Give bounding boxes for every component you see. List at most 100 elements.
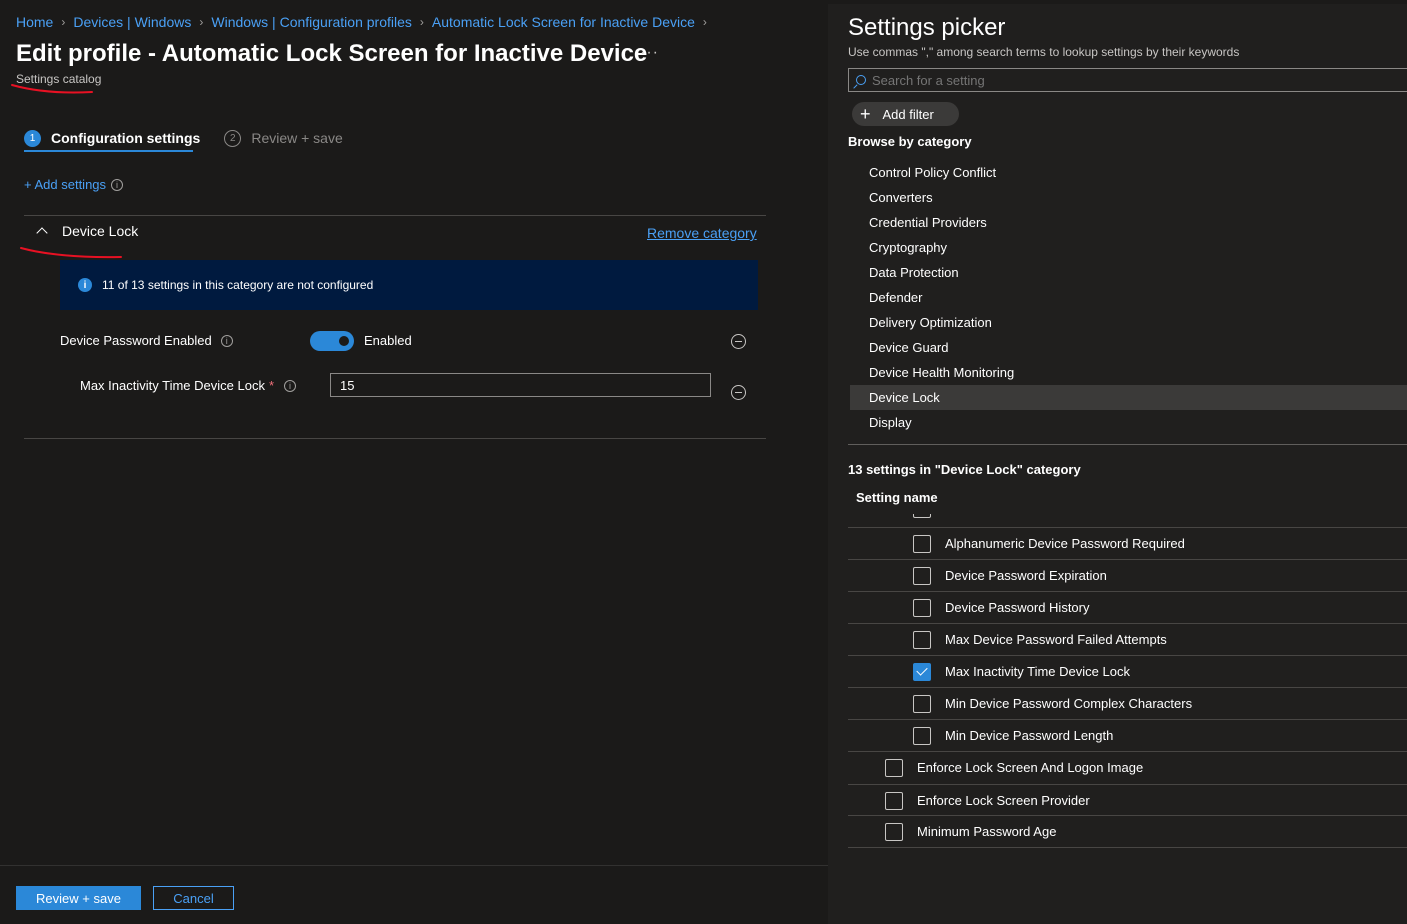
breadcrumb-devices-windows[interactable]: Devices | Windows — [73, 14, 191, 30]
list-bottom-border — [848, 847, 1407, 848]
remove-category-link[interactable]: Remove category — [647, 225, 757, 241]
picker-setting-label: Device Password Expiration — [945, 568, 1107, 583]
checkbox[interactable] — [913, 514, 931, 518]
category-header-device-lock[interactable]: Device Lock — [34, 223, 138, 239]
column-header-setting-name[interactable]: Setting name — [856, 490, 938, 505]
picker-setting-row[interactable]: Min Device Password Complex Characters — [848, 687, 1407, 719]
category-item[interactable]: Cryptography — [850, 235, 1407, 260]
toggle-knob — [339, 336, 349, 346]
step-configuration-settings[interactable]: 1 Configuration settings — [24, 124, 200, 152]
info-icon[interactable]: i — [284, 379, 297, 392]
search-input[interactable] — [872, 72, 1372, 88]
section-divider — [24, 438, 766, 439]
breadcrumb-profile[interactable]: Automatic Lock Screen for Inactive Devic… — [432, 14, 695, 30]
info-icon[interactable]: i — [111, 178, 124, 191]
add-filter-button[interactable]: + Add filter — [852, 102, 959, 126]
picker-setting-label: Min Device Password Complex Characters — [945, 696, 1193, 711]
category-item[interactable]: Delivery Optimization — [850, 310, 1407, 335]
picker-setting-row[interactable]: Device Password Expiration — [848, 559, 1407, 591]
info-banner: i 11 of 13 settings in this category are… — [60, 260, 758, 310]
add-filter-label: Add filter — [882, 106, 934, 122]
page-subtitle: Settings catalog — [16, 72, 102, 86]
add-settings-label: + Add settings — [24, 177, 107, 192]
picker-setting-label: Enforce Lock Screen And Logon Image — [917, 760, 1144, 775]
remove-setting-icon[interactable] — [731, 385, 746, 400]
toggle-state-text: Enabled — [364, 333, 412, 348]
browse-by-category-label: Browse by category — [848, 134, 972, 149]
picker-setting-row[interactable]: Max Inactivity Time Device Lock — [848, 655, 1407, 687]
checkbox[interactable] — [913, 630, 931, 649]
checkbox[interactable] — [885, 758, 903, 777]
plus-icon: + — [860, 104, 871, 124]
breadcrumb-home[interactable]: Home — [16, 14, 53, 30]
step-label: Review + save — [251, 130, 343, 146]
category-item[interactable]: Display — [850, 410, 1407, 435]
partial-row — [848, 514, 1407, 524]
section-divider — [24, 215, 766, 216]
annotation-underline — [20, 247, 122, 259]
picker-hint: Use commas "," among search terms to loo… — [848, 45, 1240, 59]
remove-setting-icon[interactable] — [731, 334, 746, 349]
more-options-icon[interactable]: ··· — [640, 44, 659, 62]
picker-setting-row[interactable]: Alphanumeric Device Password Required — [848, 527, 1407, 559]
picker-setting-label: Max Inactivity Time Device Lock — [945, 664, 1130, 679]
checkbox[interactable] — [885, 791, 903, 810]
chevron-right-icon: › — [61, 15, 66, 29]
checkbox[interactable] — [913, 726, 931, 745]
search-box[interactable] — [848, 68, 1407, 92]
cancel-button[interactable]: Cancel — [153, 886, 234, 910]
chevron-up-icon[interactable] — [36, 227, 48, 239]
category-name: Device Lock — [62, 223, 139, 239]
info-banner-text: 11 of 13 settings in this category are n… — [102, 278, 374, 292]
picker-setting-label: Alphanumeric Device Password Required — [945, 536, 1185, 551]
checkbox[interactable] — [913, 534, 931, 553]
picker-setting-label: Min Device Password Length — [945, 728, 1114, 743]
picker-title: Settings picker — [848, 14, 1006, 41]
search-icon — [856, 75, 866, 85]
step-number: 2 — [224, 129, 242, 147]
setting-label-text: Device Password Enabled — [60, 333, 212, 348]
picker-setting-label: Enforce Lock Screen Provider — [917, 793, 1090, 808]
review-save-button[interactable]: Review + save — [16, 886, 141, 910]
device-password-enabled-toggle[interactable] — [310, 331, 354, 351]
active-step-indicator — [24, 150, 193, 152]
checkbox[interactable] — [913, 694, 931, 713]
category-item[interactable]: Converters — [850, 185, 1407, 210]
category-settings-count: 13 settings in "Device Lock" category — [848, 462, 1081, 477]
setting-label-device-password-enabled: Device Password Enabled i — [60, 333, 233, 348]
picker-divider — [848, 444, 1407, 445]
picker-setting-row[interactable]: Min Device Password Length — [848, 719, 1407, 751]
category-list: Control Policy Conflict Converters Credent… — [850, 160, 1407, 435]
picker-setting-row[interactable]: Enforce Lock Screen Provider — [848, 784, 1407, 816]
picker-setting-label: Max Device Password Failed Attempts — [945, 632, 1167, 647]
picker-setting-row[interactable]: Minimum Password Age — [848, 815, 1407, 847]
category-item[interactable]: Device Health Monitoring — [850, 360, 1407, 385]
info-icon[interactable]: i — [220, 334, 233, 347]
category-item[interactable]: Control Policy Conflict — [850, 160, 1407, 185]
page-title: Edit profile - Automatic Lock Screen for… — [16, 40, 648, 67]
add-settings-link[interactable]: + Add settings i — [24, 177, 124, 192]
checkbox[interactable] — [913, 566, 931, 585]
category-item[interactable]: Defender — [850, 285, 1407, 310]
category-item[interactable]: Device Guard — [850, 335, 1407, 360]
checkbox[interactable] — [913, 598, 931, 617]
category-item[interactable]: Credential Providers — [850, 210, 1407, 235]
picker-setting-label: Minimum Password Age — [917, 824, 1057, 839]
step-label: Configuration settings — [51, 130, 201, 146]
checkbox[interactable] — [885, 822, 903, 841]
category-item[interactable]: Device Lock — [850, 385, 1407, 410]
category-item[interactable]: Data Protection — [850, 260, 1407, 285]
max-inactivity-input[interactable] — [330, 373, 711, 397]
picker-setting-row[interactable]: Enforce Lock Screen And Logon Image — [848, 751, 1407, 783]
pane-top-strip — [828, 0, 1407, 4]
chevron-right-icon: › — [702, 15, 707, 29]
picker-setting-row[interactable]: Device Password History — [848, 591, 1407, 623]
step-review-save[interactable]: 2 Review + save — [224, 124, 343, 152]
checkbox-checked[interactable] — [913, 662, 931, 681]
setting-label-text: Max Inactivity Time Device Lock — [80, 378, 265, 393]
picker-setting-row[interactable]: Max Device Password Failed Attempts — [848, 623, 1407, 655]
picker-setting-label: Device Password History — [945, 600, 1090, 615]
edit-profile-pane: Home › Devices | Windows › Windows | Con… — [0, 0, 828, 924]
required-asterisk: * — [268, 378, 275, 393]
breadcrumb-configuration-profiles[interactable]: Windows | Configuration profiles — [211, 14, 412, 30]
